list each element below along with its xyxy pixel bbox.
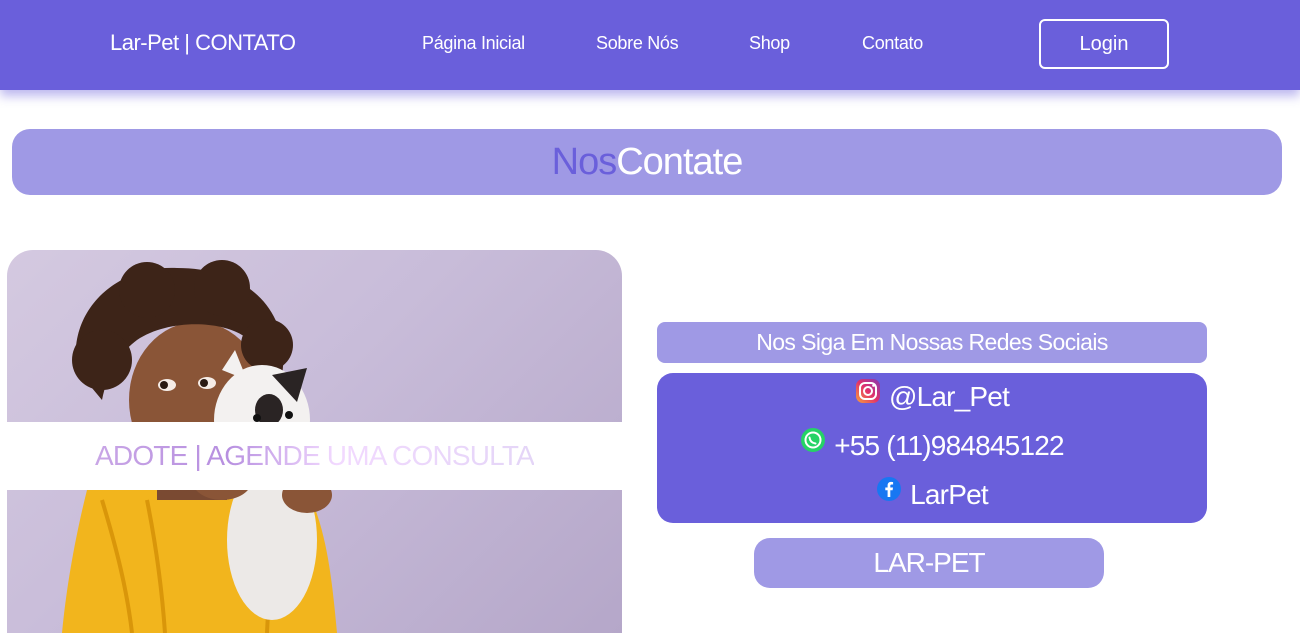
site-brand[interactable]: Lar-Pet | CONTATO xyxy=(110,30,296,56)
whatsapp-number: +55 (11)984845122 xyxy=(834,430,1064,461)
page-title-part1: Nos xyxy=(551,140,618,183)
facebook-page: LarPet xyxy=(910,479,989,510)
social-item-whatsapp[interactable]: +55 (11)984845122 xyxy=(657,427,1207,462)
footer-brand[interactable]: LAR-PET xyxy=(754,538,1104,588)
social-header: Nos Siga Em Nossas Redes Sociais xyxy=(657,322,1207,363)
nav-link-home[interactable]: Página Inicial xyxy=(422,33,525,54)
navbar: Lar-Pet | CONTATO Página Inicial Sobre N… xyxy=(0,0,1300,90)
instagram-icon xyxy=(855,378,881,404)
page-title: Nos Contate xyxy=(12,129,1282,195)
whatsapp-icon xyxy=(800,427,826,453)
facebook-icon xyxy=(876,476,902,502)
nav-link-contact[interactable]: Contato xyxy=(862,33,923,54)
login-button[interactable]: Login xyxy=(1039,19,1169,69)
social-item-instagram[interactable]: @Lar_Pet xyxy=(657,378,1207,413)
nav-link-shop[interactable]: Shop xyxy=(749,33,790,54)
instagram-handle: @Lar_Pet xyxy=(888,381,1010,412)
adopt-banner[interactable]: ADOTE | AGENDE UMA CONSULTA xyxy=(7,422,622,490)
page-title-part2: Contate xyxy=(616,140,743,183)
nav-link-about[interactable]: Sobre Nós xyxy=(596,33,679,54)
adopt-banner-text: ADOTE | AGENDE UMA CONSULTA xyxy=(95,440,535,471)
social-item-facebook[interactable]: LarPet xyxy=(657,476,1207,511)
social-links-panel: @Lar_Pet +55 (11)984845122 LarPet xyxy=(657,373,1207,523)
